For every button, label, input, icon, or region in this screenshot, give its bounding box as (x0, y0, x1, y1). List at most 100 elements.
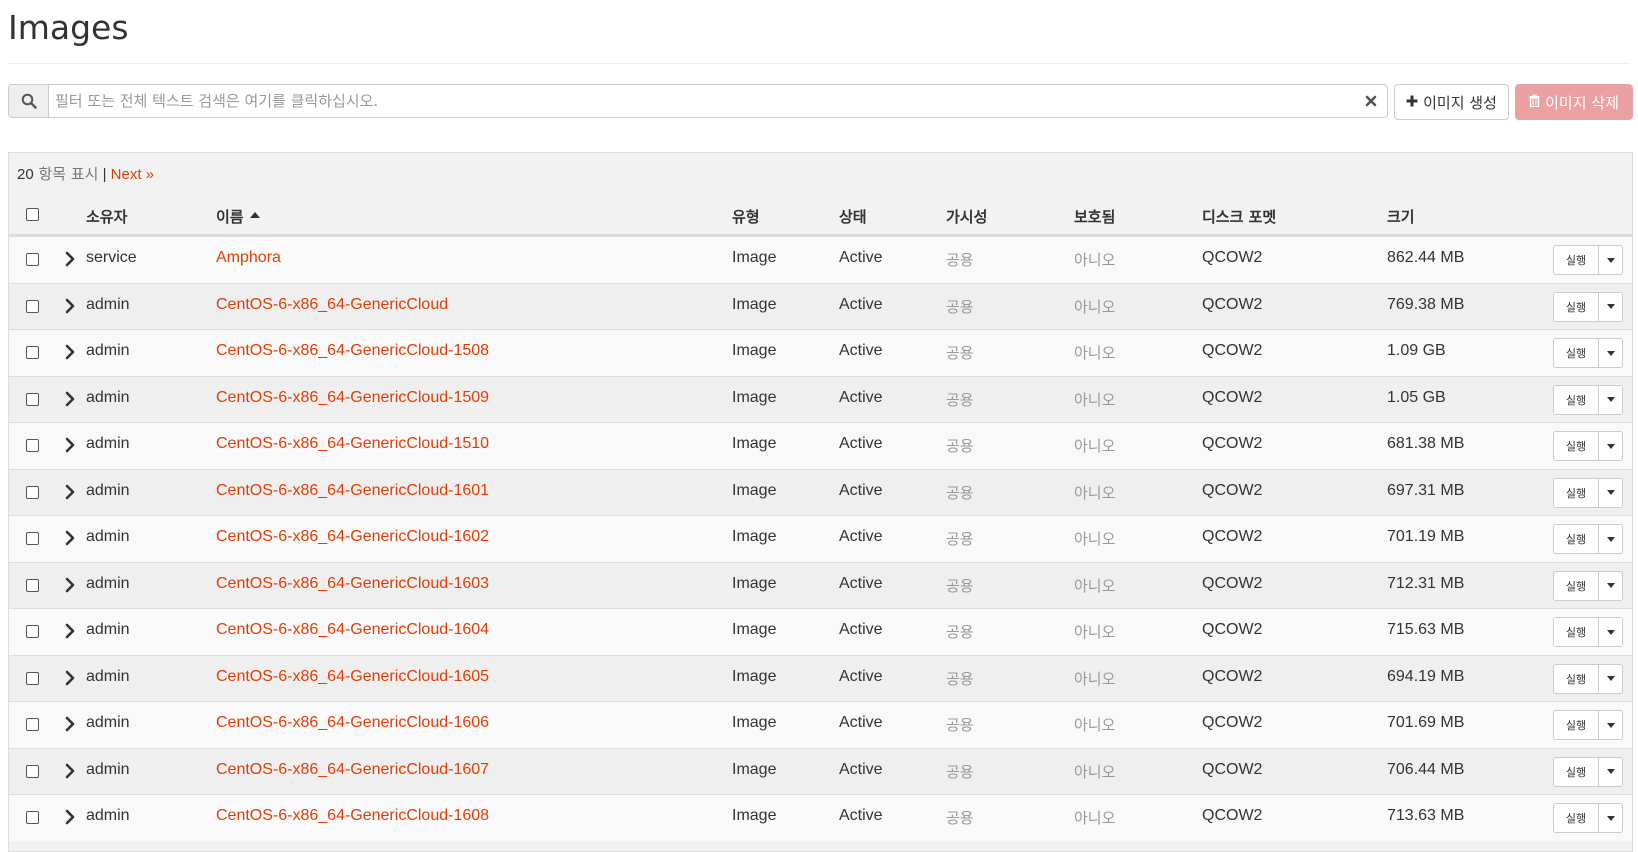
cell-size: 694.19 MB (1387, 667, 1465, 685)
actions-dropdown-toggle[interactable] (1598, 338, 1623, 368)
actions-dropdown-toggle[interactable] (1598, 524, 1623, 554)
cell-protected: 아니오 (1074, 530, 1116, 548)
delete-image-label: 이미지 삭제 (1545, 93, 1619, 112)
row-checkbox[interactable] (26, 811, 39, 824)
launch-button[interactable]: 실행 (1553, 338, 1599, 368)
image-name-link[interactable]: CentOS-6-x86_64-GenericCloud-1601 (216, 482, 489, 500)
header-name[interactable]: 이름 (216, 206, 260, 227)
launch-button[interactable]: 실행 (1553, 384, 1599, 415)
cell-protected: 아니오 (1074, 623, 1116, 641)
launch-button[interactable]: 실행 (1553, 477, 1599, 508)
cell-visibility: 공용 (946, 344, 974, 362)
actions-dropdown-toggle[interactable] (1598, 663, 1623, 694)
table-row: admin CentOS-6-x86_64-GenericCloud-1605 … (9, 654, 1632, 701)
chevron-right-icon[interactable] (63, 669, 77, 687)
image-name-link[interactable]: CentOS-6-x86_64-GenericCloud-1602 (216, 528, 489, 546)
delete-image-button[interactable]: 이미지 삭제 (1515, 84, 1633, 120)
actions-dropdown-toggle[interactable] (1598, 710, 1623, 740)
close-icon[interactable] (1363, 93, 1379, 109)
search-input[interactable] (55, 86, 1355, 116)
header-protected[interactable]: 보호됨 (1074, 206, 1115, 227)
create-image-button[interactable]: 이미지 생성 (1394, 84, 1509, 120)
actions-dropdown-toggle[interactable] (1598, 384, 1623, 415)
cell-owner: admin (86, 435, 130, 452)
actions-dropdown-toggle[interactable] (1598, 245, 1623, 275)
launch-button[interactable]: 실행 (1553, 617, 1599, 647)
actions-dropdown-toggle[interactable] (1598, 431, 1623, 461)
cell-disk-format: QCOW2 (1202, 714, 1263, 731)
chevron-right-icon[interactable] (63, 529, 77, 547)
sort-asc-icon (249, 212, 260, 218)
actions-dropdown-toggle[interactable] (1598, 617, 1623, 647)
cell-status: Active (839, 342, 883, 359)
row-checkbox[interactable] (26, 253, 39, 266)
chevron-right-icon[interactable] (63, 297, 77, 315)
chevron-right-icon[interactable] (63, 390, 77, 408)
caret-down-icon (1606, 676, 1615, 681)
image-name-link[interactable]: CentOS-6-x86_64-GenericCloud-1603 (216, 575, 489, 593)
caret-down-icon (1606, 397, 1615, 402)
row-checkbox[interactable] (26, 299, 39, 313)
chevron-right-icon[interactable] (63, 808, 77, 826)
image-name-link[interactable]: CentOS-6-x86_64-GenericCloud-1509 (216, 389, 489, 407)
header-disk-format[interactable]: 디스크 포멧 (1202, 206, 1276, 227)
search-icon[interactable] (9, 85, 49, 117)
actions-dropdown-toggle[interactable] (1598, 803, 1623, 833)
actions-dropdown-toggle[interactable] (1598, 756, 1623, 787)
cell-disk-format: QCOW2 (1202, 574, 1263, 592)
image-name-link[interactable]: Amphora (216, 249, 281, 267)
row-checkbox[interactable] (26, 764, 39, 778)
image-name-link[interactable]: CentOS-6-x86_64-GenericCloud-1510 (216, 435, 489, 453)
cell-visibility: 공용 (946, 716, 974, 734)
header-size[interactable]: 크기 (1387, 206, 1415, 227)
launch-button[interactable]: 실행 (1553, 756, 1599, 787)
create-image-label: 이미지 생성 (1423, 93, 1497, 112)
image-name-link[interactable]: CentOS-6-x86_64-GenericCloud-1605 (216, 668, 489, 686)
row-checkbox[interactable] (26, 625, 39, 638)
image-name-link[interactable]: CentOS-6-x86_64-GenericCloud-1608 (216, 807, 489, 825)
header-type[interactable]: 유형 (732, 206, 760, 227)
chevron-right-icon[interactable] (63, 715, 77, 733)
row-checkbox[interactable] (26, 485, 39, 499)
launch-button[interactable]: 실행 (1553, 291, 1599, 322)
launch-button[interactable]: 실행 (1553, 710, 1599, 740)
launch-button[interactable]: 실행 (1553, 803, 1599, 833)
image-name-link[interactable]: CentOS-6-x86_64-GenericCloud (216, 296, 448, 314)
header-owner[interactable]: 소유자 (86, 206, 127, 227)
launch-button[interactable]: 실행 (1553, 524, 1599, 554)
cell-owner: admin (86, 714, 130, 731)
chevron-right-icon[interactable] (63, 622, 77, 640)
cell-owner: admin (86, 528, 130, 545)
row-checkbox[interactable] (26, 671, 39, 685)
launch-button[interactable]: 실행 (1553, 663, 1599, 694)
row-checkbox[interactable] (26, 718, 39, 731)
launch-button[interactable]: 실행 (1553, 431, 1599, 461)
chevron-right-icon[interactable] (63, 576, 77, 594)
select-all-checkbox[interactable] (26, 208, 39, 221)
row-checkbox[interactable] (26, 439, 39, 452)
chevron-right-icon[interactable] (63, 250, 77, 268)
row-checkbox[interactable] (26, 578, 39, 592)
cell-disk-format: QCOW2 (1202, 249, 1263, 266)
row-checkbox[interactable] (26, 346, 39, 359)
image-name-link[interactable]: CentOS-6-x86_64-GenericCloud-1508 (216, 342, 489, 360)
actions-dropdown-toggle[interactable] (1598, 477, 1623, 508)
launch-button[interactable]: 실행 (1553, 245, 1599, 275)
actions-dropdown-toggle[interactable] (1598, 291, 1623, 322)
launch-button[interactable]: 실행 (1553, 570, 1599, 601)
chevron-right-icon[interactable] (63, 436, 77, 454)
image-name-link[interactable]: CentOS-6-x86_64-GenericCloud-1606 (216, 714, 489, 732)
image-name-link[interactable]: CentOS-6-x86_64-GenericCloud-1604 (216, 621, 489, 639)
next-page-link[interactable]: Next » (111, 166, 154, 183)
cell-status: Active (839, 249, 883, 266)
header-status[interactable]: 상태 (839, 206, 867, 227)
row-checkbox[interactable] (26, 392, 39, 406)
chevron-right-icon[interactable] (63, 762, 77, 780)
chevron-right-icon[interactable] (63, 343, 77, 361)
row-checkbox[interactable] (26, 532, 39, 545)
cell-disk-format: QCOW2 (1202, 760, 1263, 778)
chevron-right-icon[interactable] (63, 483, 77, 501)
actions-dropdown-toggle[interactable] (1598, 570, 1623, 601)
image-name-link[interactable]: CentOS-6-x86_64-GenericCloud-1607 (216, 761, 489, 779)
header-visibility[interactable]: 가시성 (946, 206, 987, 227)
